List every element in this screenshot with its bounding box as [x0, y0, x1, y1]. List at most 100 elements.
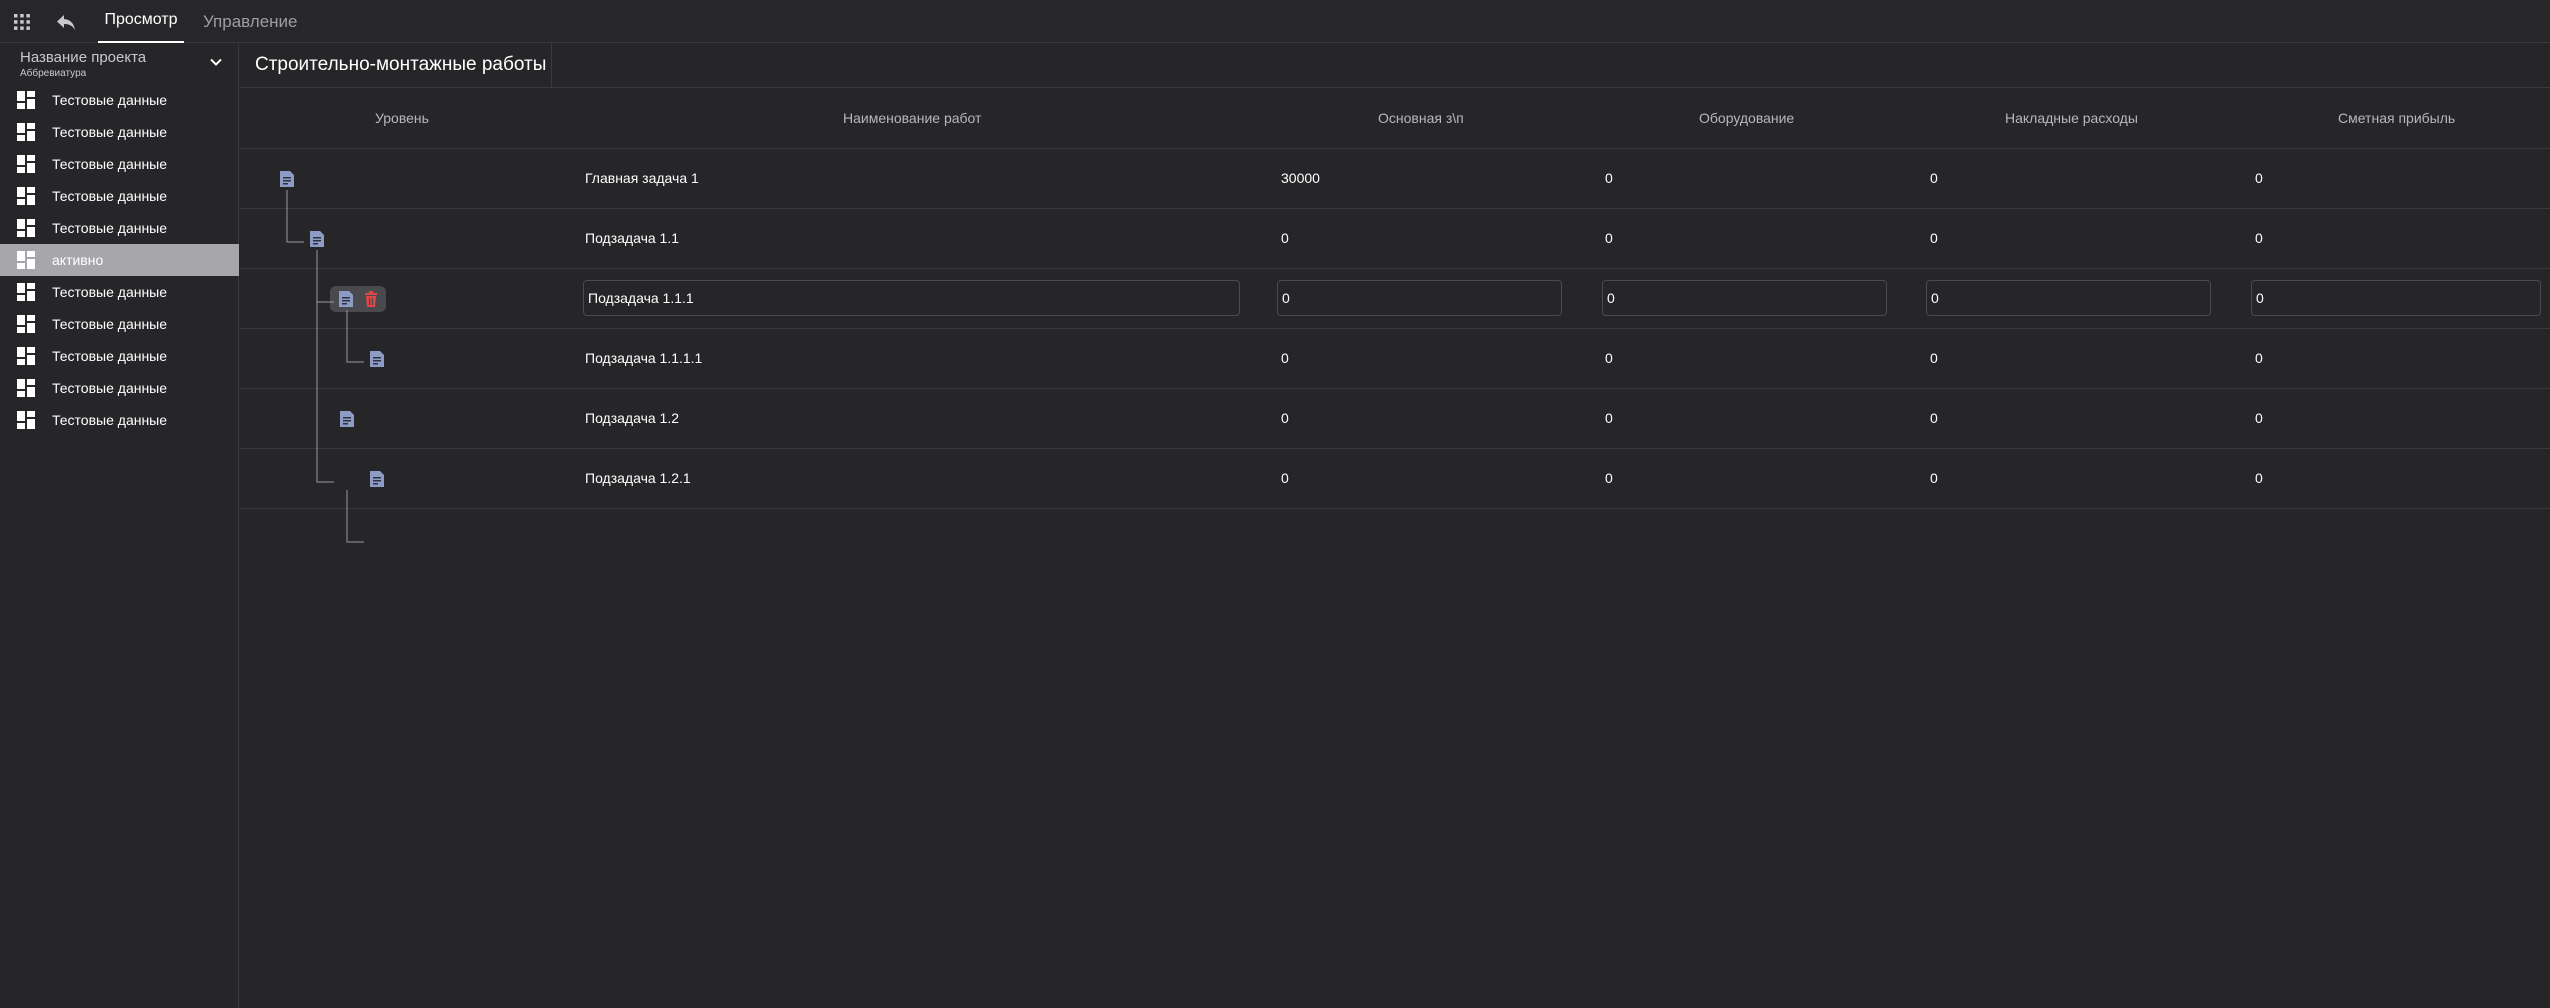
sidebar-item-label: Тестовые данные — [52, 316, 168, 332]
table-row[interactable]: Подзадача 1.1.1.1 0 0 0 0 — [240, 329, 2550, 389]
sidebar-item[interactable]: Тестовые данные — [0, 116, 239, 148]
tab-view[interactable]: Просмотр — [98, 0, 184, 43]
document-icon[interactable] — [368, 350, 386, 368]
sidebar-item-label: Тестовые данные — [52, 348, 168, 364]
sidebar-item[interactable]: Тестовые данные — [0, 84, 239, 116]
dashboard-icon — [17, 283, 35, 301]
sidebar-item[interactable]: активно — [0, 244, 239, 276]
document-icon[interactable] — [308, 230, 326, 248]
cell-profit: 0 — [2255, 410, 2263, 426]
cell-profit: 0 — [2255, 350, 2263, 366]
table-row-editing[interactable] — [240, 269, 2550, 329]
column-header-level: Уровень — [375, 110, 429, 126]
sidebar-item-label: Тестовые данные — [52, 380, 168, 396]
sidebar-item[interactable]: Тестовые данные — [0, 276, 239, 308]
cell-salary: 0 — [1281, 410, 1289, 426]
cell-overhead: 0 — [1930, 470, 1938, 486]
cell-overhead: 0 — [1930, 410, 1938, 426]
page-title-tab: Строительно-монтажные работы — [240, 44, 552, 87]
document-icon[interactable] — [338, 410, 356, 428]
project-name: Название проекта — [20, 49, 147, 66]
table-row[interactable]: Подзадача 1.2 0 0 0 0 — [240, 389, 2550, 449]
reply-arrow-icon[interactable] — [54, 11, 78, 33]
apps-grid-icon[interactable] — [12, 12, 32, 32]
dashboard-icon — [17, 219, 35, 237]
sidebar-item-label: Тестовые данные — [52, 156, 168, 172]
cell-profit: 0 — [2255, 170, 2263, 186]
column-header-overhead: Накладные расходы — [2005, 110, 2138, 126]
equipment-input[interactable] — [1602, 280, 1887, 316]
sidebar-item[interactable]: Тестовые данные — [0, 308, 239, 340]
document-icon[interactable] — [368, 470, 386, 488]
column-header-name: Наименование работ — [843, 110, 982, 126]
table-body: Главная задача 1 30000 0 0 0 Подзадача 1.1 0 0 0… — [240, 149, 2550, 543]
dashboard-icon — [17, 187, 35, 205]
cell-name: Главная задача 1 — [585, 170, 699, 186]
dashboard-icon — [17, 91, 35, 109]
cell-overhead: 0 — [1930, 230, 1938, 246]
sidebar-item-label: Тестовые данные — [52, 412, 168, 428]
cell-equipment: 0 — [1605, 470, 1613, 486]
sidebar-item-label: Тестовые данные — [52, 92, 168, 108]
salary-input[interactable] — [1277, 280, 1562, 316]
dashboard-icon — [17, 379, 35, 397]
table-row[interactable]: Подзадача 1.2.1 0 0 0 0 — [240, 449, 2550, 509]
top-bar: Просмотр Управление — [0, 0, 2550, 43]
profit-input[interactable] — [2251, 280, 2541, 316]
cell-salary: 0 — [1281, 470, 1289, 486]
sidebar: Название проекта Аббревиатура Тестовые д… — [0, 44, 239, 1008]
sidebar-item[interactable]: Тестовые данные — [0, 180, 239, 212]
dashboard-icon — [17, 155, 35, 173]
name-input[interactable] — [583, 280, 1240, 316]
cell-overhead: 0 — [1930, 350, 1938, 366]
cell-name: Подзадача 1.2 — [585, 410, 679, 426]
sidebar-item[interactable]: Тестовые данные — [0, 148, 239, 180]
dashboard-icon — [17, 123, 35, 141]
dashboard-icon — [17, 347, 35, 365]
column-header-salary: Основная з\п — [1378, 110, 1464, 126]
cell-name: Подзадача 1.1.1.1 — [585, 350, 703, 366]
cell-equipment: 0 — [1605, 350, 1613, 366]
cell-equipment: 0 — [1605, 410, 1613, 426]
dashboard-icon — [17, 315, 35, 333]
document-icon[interactable] — [337, 290, 355, 308]
cell-name: Подзадача 1.1 — [585, 230, 679, 246]
cell-name: Подзадача 1.2.1 — [585, 470, 691, 486]
dashboard-icon — [17, 251, 35, 269]
trash-icon[interactable] — [362, 290, 380, 308]
row-actions — [330, 286, 386, 312]
column-header-profit: Сметная прибыль — [2338, 110, 2456, 126]
cell-equipment: 0 — [1605, 230, 1613, 246]
sidebar-item-label: Тестовые данные — [52, 220, 168, 236]
project-abbreviation: Аббревиатура — [20, 68, 87, 79]
sidebar-item-label: Тестовые данные — [52, 188, 168, 204]
table-row[interactable]: Подзадача 1.1 0 0 0 0 — [240, 209, 2550, 269]
sidebar-item[interactable]: Тестовые данные — [0, 404, 239, 436]
chevron-down-icon[interactable] — [208, 54, 224, 70]
cell-salary: 30000 — [1281, 170, 1320, 186]
sidebar-item-label: активно — [52, 252, 104, 268]
column-header-equipment: Оборудование — [1699, 110, 1795, 126]
sidebar-list: Тестовые данные Тестовые данные Тестовые д… — [0, 84, 239, 436]
main-content: Строительно-монтажные работы Уровень Наи… — [240, 44, 2550, 1008]
table-row[interactable]: Главная задача 1 30000 0 0 0 — [240, 149, 2550, 209]
cell-overhead: 0 — [1930, 170, 1938, 186]
page-title: Строительно-монтажные работы — [255, 54, 547, 75]
document-icon[interactable] — [278, 170, 296, 188]
cell-salary: 0 — [1281, 230, 1289, 246]
sidebar-item[interactable]: Тестовые данные — [0, 372, 239, 404]
cell-profit: 0 — [2255, 470, 2263, 486]
cell-salary: 0 — [1281, 350, 1289, 366]
sidebar-item-label: Тестовые данные — [52, 124, 168, 140]
works-table: Уровень Наименование работ Основная з\п … — [240, 88, 2550, 543]
tab-manage[interactable]: Управление — [203, 0, 298, 43]
sidebar-item-label: Тестовые данные — [52, 284, 168, 300]
sidebar-item[interactable]: Тестовые данные — [0, 212, 239, 244]
overhead-input[interactable] — [1926, 280, 2211, 316]
cell-equipment: 0 — [1605, 170, 1613, 186]
cell-profit: 0 — [2255, 230, 2263, 246]
sidebar-item[interactable]: Тестовые данные — [0, 340, 239, 372]
table-header: Уровень Наименование работ Основная з\п … — [240, 88, 2550, 149]
dashboard-icon — [17, 411, 35, 429]
project-selector[interactable]: Название проекта Аббревиатура — [0, 44, 238, 84]
